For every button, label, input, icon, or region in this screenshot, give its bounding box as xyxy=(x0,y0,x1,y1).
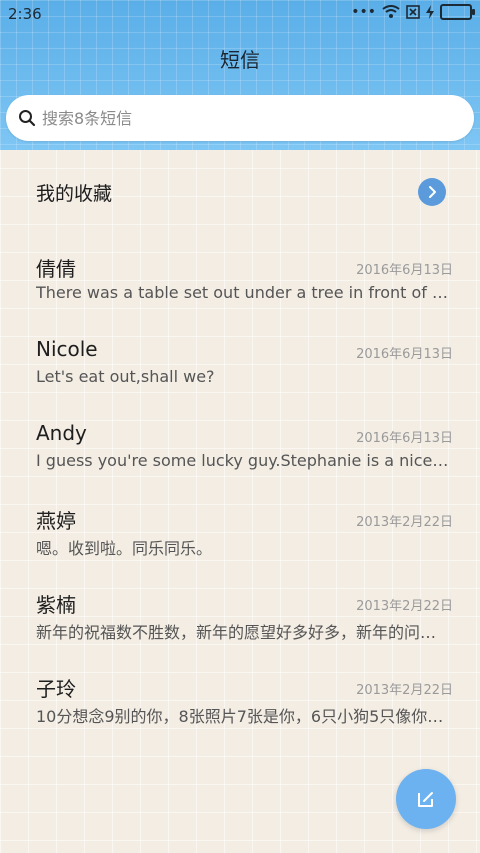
message-date: 2013年2月22日 xyxy=(356,599,453,614)
favorites-label: 我的收藏 xyxy=(36,183,113,205)
contact-name: 燕婷 xyxy=(36,509,76,533)
message-preview: 10分想念9别的你，8张照片7张是你，6只小狗5只像你，4季平安 xyxy=(36,707,452,726)
message-preview: I guess you're some lucky guy.Stephanie … xyxy=(36,451,452,470)
message-date: 2013年2月22日 xyxy=(356,683,453,698)
charging-icon xyxy=(426,5,434,19)
message-item[interactable]: 紫楠 2013年2月22日 新年的祝福数不胜数，新年的愿望好多好多，新年的问候送… xyxy=(0,589,480,661)
favorites-row[interactable]: 我的收藏 xyxy=(0,165,480,219)
contact-name: Andy xyxy=(36,421,87,445)
message-item[interactable]: Nicole 2016年6月13日 Let's eat out,shall we… xyxy=(0,337,480,409)
no-sim-icon xyxy=(406,5,420,19)
search-bar[interactable] xyxy=(6,95,474,141)
contact-name: 倩倩 xyxy=(36,257,76,281)
message-preview: Let's eat out,shall we? xyxy=(36,367,215,386)
message-date: 2016年6月13日 xyxy=(356,431,453,446)
message-date: 2016年6月13日 xyxy=(356,263,453,278)
message-date: 2013年2月22日 xyxy=(356,515,453,530)
compose-icon xyxy=(418,792,433,807)
message-preview: 嗯。收到啦。同乐同乐。 xyxy=(36,539,213,558)
compose-button[interactable] xyxy=(396,769,456,829)
search-input[interactable] xyxy=(40,107,444,129)
status-icons: ••• xyxy=(351,4,475,20)
status-time: 2:36 xyxy=(8,5,42,23)
message-item[interactable]: Andy 2016年6月13日 I guess you're some luck… xyxy=(0,421,480,493)
header: 2:36 ••• 短信 xyxy=(0,0,480,150)
message-item[interactable]: 燕婷 2013年2月22日 嗯。收到啦。同乐同乐。 xyxy=(0,505,480,577)
chevron-right-icon[interactable] xyxy=(418,178,446,206)
message-date: 2016年6月13日 xyxy=(356,347,453,362)
battery-icon xyxy=(440,4,475,20)
message-item[interactable]: 倩倩 2016年6月13日 There was a table set out … xyxy=(0,253,480,325)
message-item[interactable]: 子玲 2013年2月22日 10分想念9别的你，8张照片7张是你，6只小狗5只像… xyxy=(0,673,480,745)
search-icon xyxy=(19,110,36,127)
message-preview: There was a table set out under a tree i… xyxy=(36,283,452,302)
contact-name: 紫楠 xyxy=(36,593,76,617)
status-bar: 2:36 ••• xyxy=(0,0,480,28)
contact-name: Nicole xyxy=(36,337,98,361)
page-title: 短信 xyxy=(220,48,260,72)
message-preview: 新年的祝福数不胜数，新年的愿望好多好多，新年的问候送给你 xyxy=(36,623,452,642)
more-dots-icon: ••• xyxy=(351,4,376,20)
contact-name: 子玲 xyxy=(36,677,76,701)
wifi-icon xyxy=(382,5,400,18)
